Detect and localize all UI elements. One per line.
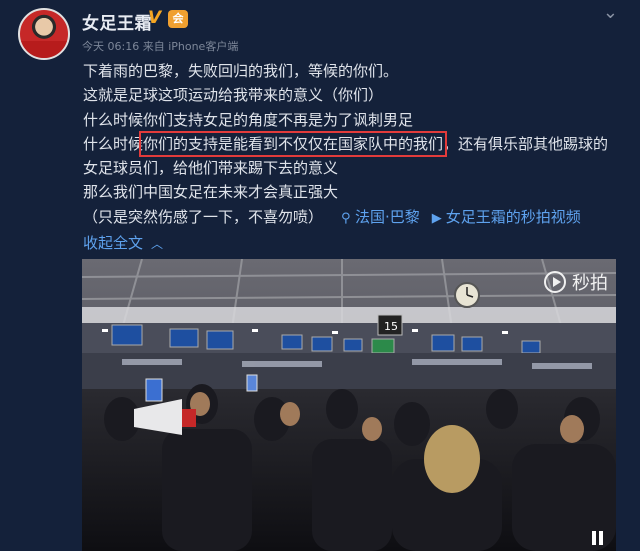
content-line-7: （只是突然伤感了一下，不喜勿喷） ⚲ 法国·巴黎 ▶ 女足王霜的秒拍视频: [83, 205, 623, 231]
video-watermark: 秒拍: [544, 269, 608, 295]
location-pin-icon: ⚲: [341, 210, 351, 226]
line4-suffix: ，还有俱乐部其他踢球的: [443, 134, 609, 153]
platform-sign: 15: [384, 320, 398, 333]
content-line-4: 什么时候你们的支持是能看到不仅仅在国家队中的我们，还有俱乐部其他踢球的: [83, 130, 623, 157]
weibo-post: 女足王霜 V 会 今天 06:16 来自 iPhone客户端 ⌄ 下着雨的巴黎，…: [0, 0, 640, 551]
location-link[interactable]: 法国·巴黎: [355, 208, 420, 226]
user-avatar[interactable]: [18, 8, 70, 60]
content-line-1: 下着雨的巴黎，失败回归的我们，等候的你们。: [83, 62, 399, 80]
video-icon: ▶: [431, 210, 442, 226]
content-line-3: 什么时候你们支持女足的角度不再是为了讽刺男足: [83, 110, 414, 129]
pause-icon[interactable]: [592, 531, 604, 545]
post-content: 下着雨的巴黎，失败回归的我们，等候的你们。 这就是足球这项运动给我带来的意义（你…: [83, 59, 623, 256]
member-badge-icon: 会: [168, 10, 188, 28]
content-line-5: 女足球员们，给他们带来踢下去的意义: [83, 159, 339, 178]
post-meta: 今天 06:16 来自 iPhone客户端: [82, 40, 239, 53]
video-link[interactable]: 女足王霜的秒拍视频: [446, 208, 581, 226]
watermark-text: 秒拍: [572, 273, 608, 294]
video-frame: 15: [82, 259, 616, 551]
username[interactable]: 女足王霜: [82, 9, 152, 34]
chevron-down-icon[interactable]: ⌄: [603, 2, 618, 23]
content-line-2: 这就是足球这项运动给我带来的意义（你们）: [83, 86, 384, 105]
highlighted-text: 你们的支持是能看到不仅仅在国家队中的我们: [139, 130, 448, 157]
content-line-7-text: （只是突然伤感了一下，不喜勿喷）: [83, 207, 324, 226]
watermark-play-icon: [544, 271, 566, 293]
chevron-up-icon[interactable]: ︿: [151, 237, 163, 251]
video-player[interactable]: 15 秒拍: [82, 259, 616, 551]
line4-prefix: 什么时候: [83, 134, 144, 153]
collapse-all-link[interactable]: 收起全文: [83, 234, 143, 252]
collapse-row: 收起全文 ︿: [83, 231, 623, 256]
verified-badge-icon: V: [148, 8, 162, 28]
content-line-6: 那么我们中国女足在未来才会真正强大: [83, 183, 339, 202]
